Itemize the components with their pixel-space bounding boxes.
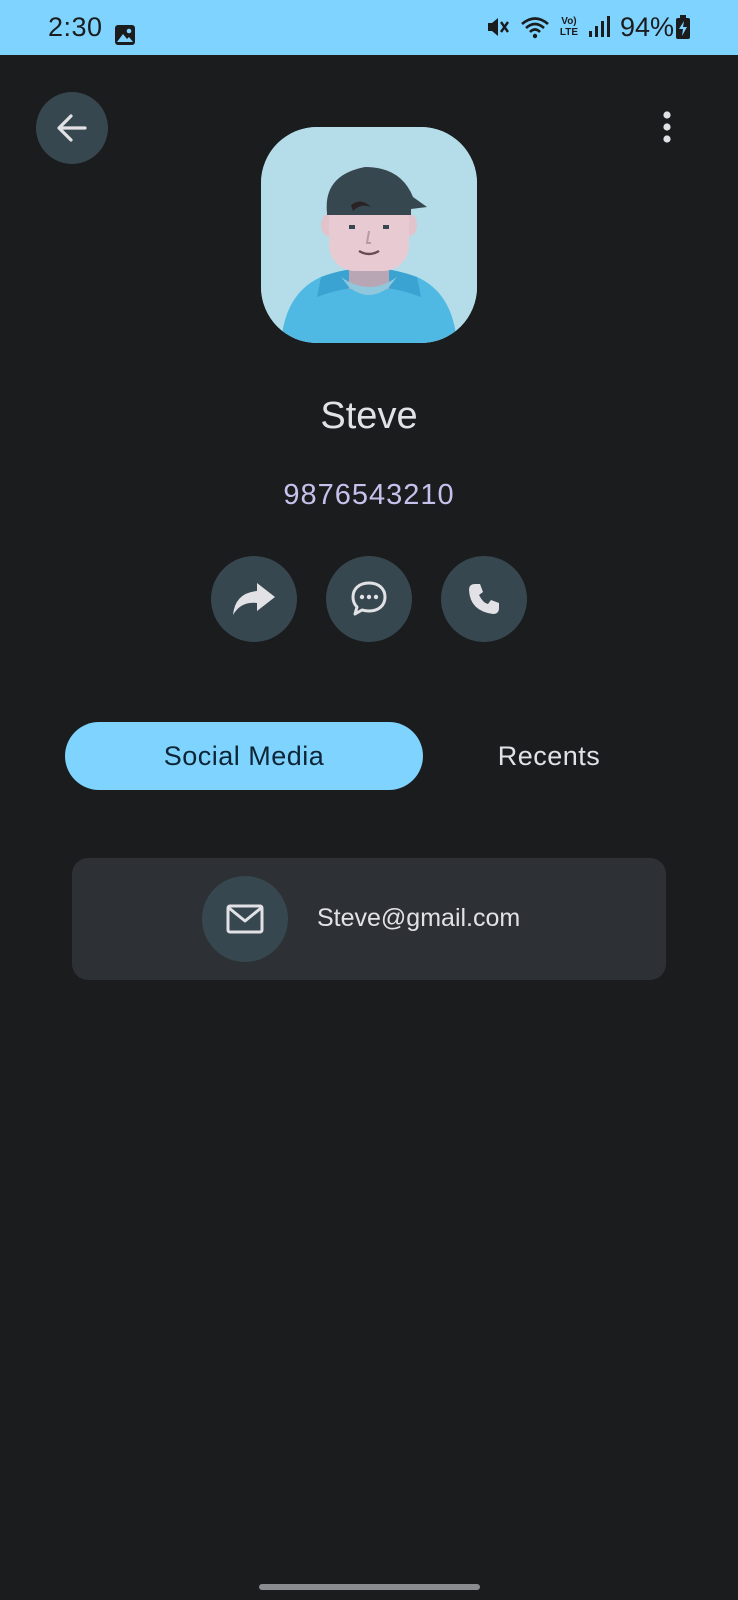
- battery-percentage: 94%: [619, 12, 674, 42]
- message-icon: [351, 581, 387, 616]
- volte-icon: Vo) LTE: [559, 16, 579, 38]
- mail-icon: [226, 904, 264, 934]
- more-vertical-icon: [663, 111, 671, 143]
- person-avatar-image: [261, 127, 477, 343]
- contact-name: Steve: [320, 395, 418, 437]
- share-icon: [233, 583, 275, 615]
- battery-charging-icon: [676, 15, 690, 39]
- back-button[interactable]: [36, 92, 108, 164]
- home-indicator[interactable]: [259, 1584, 480, 1590]
- phone-icon: [469, 584, 499, 614]
- message-button[interactable]: [326, 556, 412, 642]
- status-icons: Vo) LTE 94%: [478, 12, 690, 42]
- status-time: 2:30: [48, 12, 103, 42]
- email-icon-button[interactable]: [202, 876, 288, 962]
- arrow-left-icon: [57, 114, 87, 142]
- more-options-button[interactable]: [644, 104, 690, 150]
- signal-icon: [588, 16, 610, 37]
- share-button[interactable]: [211, 556, 297, 642]
- call-button[interactable]: [441, 556, 527, 642]
- mute-vibrate-icon: [487, 18, 509, 36]
- contact-phone-number[interactable]: 9876543210: [0, 477, 738, 513]
- wifi-icon: [521, 17, 549, 39]
- status-bar: 2:30 Vo) LTE 94%: [0, 0, 738, 55]
- contact-avatar: [261, 127, 477, 343]
- email-address[interactable]: Steve@gmail.com: [317, 901, 520, 935]
- gallery-icon: [115, 25, 135, 45]
- tab-social-media[interactable]: Social Media: [65, 722, 423, 790]
- tab-recents[interactable]: Recents: [430, 722, 668, 790]
- email-card[interactable]: Steve@gmail.com: [72, 858, 666, 980]
